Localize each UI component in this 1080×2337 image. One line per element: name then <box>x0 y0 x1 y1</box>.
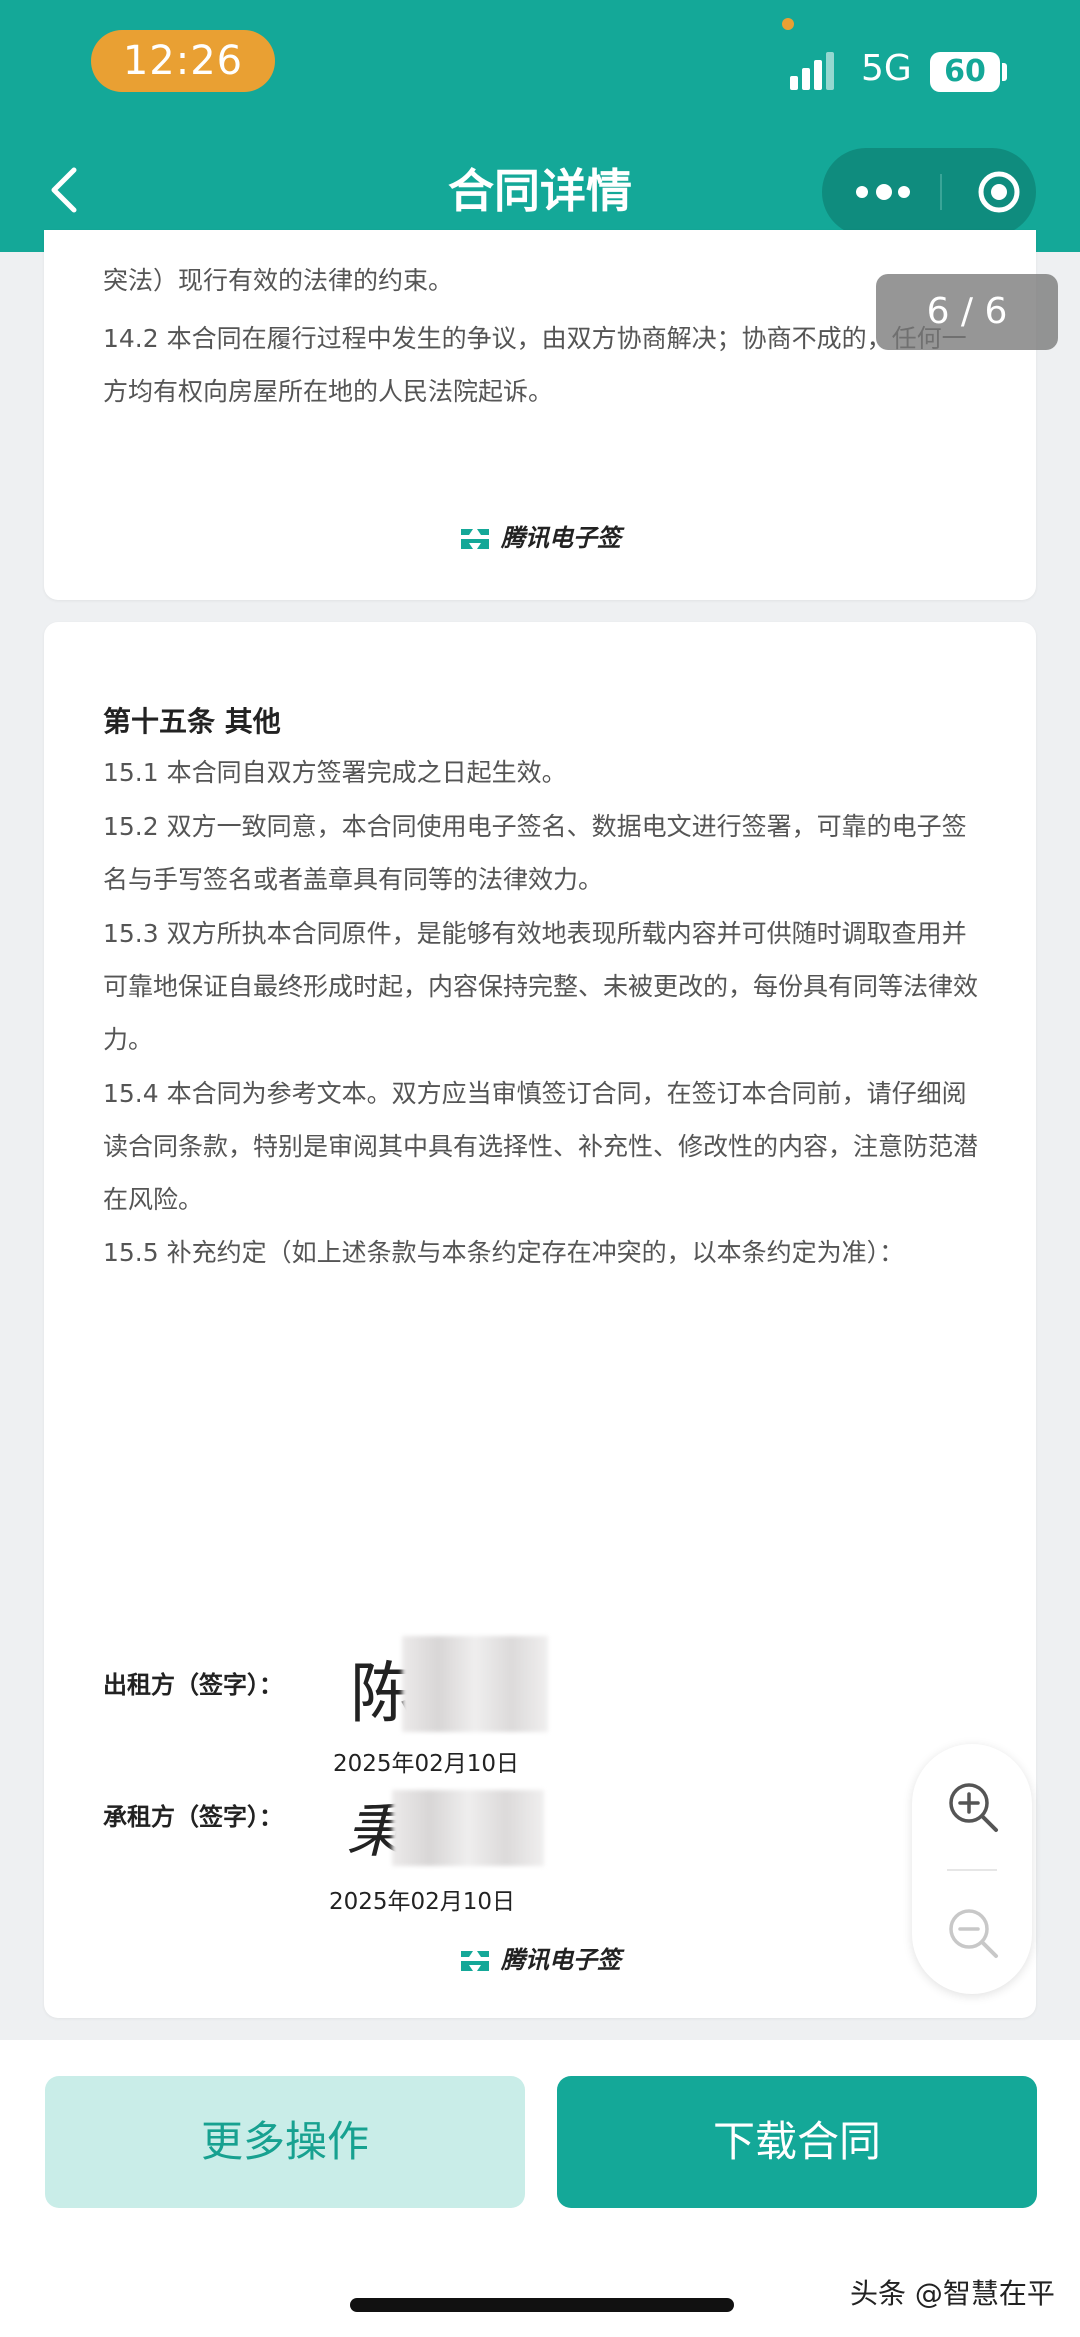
battery-level: 60 <box>944 54 986 89</box>
privacy-indicator-dot <box>782 18 794 30</box>
capsule-divider <box>940 174 942 210</box>
app-header: 12:26 5G 60 合同详情 <box>0 0 1080 252</box>
watermark: 头条 @智慧在平 <box>850 2277 1055 2310</box>
clause-15-2: 15.2 双方一致同意，本合同使用电子签名、数据电文进行签署，可靠的电子签名与手… <box>103 812 967 894</box>
clause-text: 突法）现行有效的法律的约束。 <box>103 266 454 295</box>
brand-name: 腾讯电子签 <box>501 524 621 552</box>
home-indicator[interactable] <box>350 2298 734 2312</box>
tencent-esign-logo <box>461 529 489 549</box>
more-actions-button[interactable]: 更多操作 <box>45 2076 525 2208</box>
battery-icon: 60 <box>930 52 1000 92</box>
network-type: 5G <box>861 48 912 89</box>
clause-15-4: 15.4 本合同为参考文本。双方应当审慎签订合同，在签订本合同前，请仔细阅读合同… <box>103 1079 979 1214</box>
miniprogram-capsule <box>822 148 1036 236</box>
battery-tip <box>1002 63 1007 81</box>
tencent-esign-logo <box>461 1951 489 1971</box>
signal-icon <box>790 52 838 92</box>
clause-15-5: 15.5 补充约定（如上述条款与本条约定存在冲突的，以本条约定为准）： <box>103 1238 905 1267</box>
page-counter: 6 / 6 <box>876 274 1058 350</box>
section-title: 第十五条 其他 <box>103 705 281 738</box>
tenant-signature-redacted <box>392 1790 544 1866</box>
brand-name: 腾讯电子签 <box>501 1946 621 1974</box>
more-dots-icon[interactable] <box>856 184 912 200</box>
tenant-sign-date: 2025年02月10日 <box>328 1889 516 1915</box>
brand-footer: 腾讯电子签 <box>390 1940 690 1975</box>
zoom-in-icon[interactable] <box>946 1780 1000 1834</box>
zoom-out-icon[interactable] <box>946 1906 1000 1960</box>
target-icon[interactable] <box>977 170 1021 214</box>
brand-footer: 腾讯电子签 <box>390 518 690 553</box>
tenant-label: 承租方（签字）： <box>103 1803 283 1831</box>
clause-15-3: 15.3 双方所执本合同原件，是能够有效地表现所载内容并可供随时调取查用并可靠地… <box>103 919 979 1054</box>
landlord-sign-date: 2025年02月10日 <box>332 1751 520 1777</box>
zoom-divider <box>947 1869 997 1871</box>
clause-14-2: 14.2 本合同在履行过程中发生的争议，由双方协商解决；协商不成的，任何一方均有… <box>103 324 967 406</box>
status-time: 12:26 <box>91 30 275 92</box>
landlord-signature-redacted <box>402 1636 548 1732</box>
zoom-controls <box>912 1744 1032 1994</box>
clause-15-1: 15.1 本合同自双方签署完成之日起生效。 <box>103 758 567 787</box>
download-contract-button[interactable]: 下载合同 <box>557 2076 1037 2208</box>
landlord-label: 出租方（签字）： <box>103 1671 283 1699</box>
